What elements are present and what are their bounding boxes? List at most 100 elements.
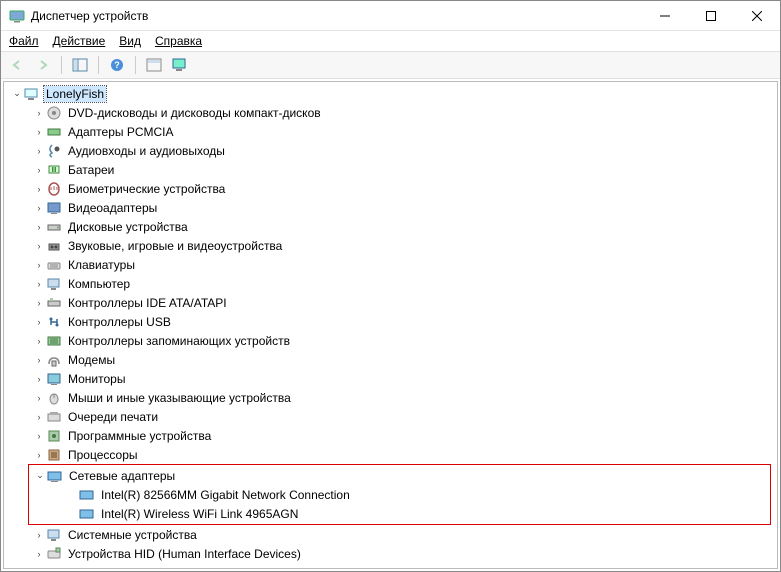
tree-category[interactable]: › Компьютер [4,274,777,293]
device-category-icon [46,295,62,311]
tree-item-label: Компьютер [66,276,132,292]
expander-icon[interactable]: › [32,355,46,365]
expander-icon[interactable]: › [32,450,46,460]
tree-item-label: Intel(R) 82566MM Gigabit Network Connect… [99,487,352,503]
tree-item-label: Модемы [66,352,117,368]
expander-icon[interactable]: ⌄ [33,470,47,481]
device-category-icon [46,314,62,330]
expander-icon[interactable]: › [32,108,46,118]
expander-icon[interactable]: › [32,393,46,403]
expander-icon[interactable]: › [32,336,46,346]
tree-category[interactable]: › Контроллеры USB [4,312,777,331]
help-button[interactable]: ? [105,54,129,76]
expander-icon[interactable]: › [32,222,46,232]
tree-category[interactable]: › Адаптеры PCMCIA [4,122,777,141]
device-category-icon [46,447,62,463]
tree-category[interactable]: › Системные устройства [4,525,777,544]
expander-icon[interactable]: › [32,431,46,441]
tree-category[interactable]: › Аудиовходы и аудиовыходы [4,141,777,160]
tree-item-label: Сетевые адаптеры [67,468,177,484]
device-category-icon [46,390,62,406]
tree-category[interactable]: › Звуковые, игровые и видеоустройства [4,236,777,255]
expander-icon[interactable]: › [32,317,46,327]
tree-category[interactable]: › DVD-дисководы и дисководы компакт-диско… [4,103,777,122]
tree-category[interactable]: ›Мыши и иные указывающие устройства [4,388,777,407]
device-category-icon [46,352,62,368]
menu-file[interactable]: Файл [9,34,39,48]
tree-category[interactable]: › Очереди печати [4,407,777,426]
tree-device-network[interactable]: ▪ Intel(R) Wireless WiFi Link 4965AGN [29,504,770,523]
tree-category[interactable]: › Контроллеры IDE ATA/ATAPI [4,293,777,312]
tree-item-label: Дисковые устройства [66,219,190,235]
menu-view[interactable]: Вид [119,34,141,48]
expander-icon[interactable]: ⌄ [10,88,24,99]
tree-item-label: Батареи [66,162,116,178]
toolbar-separator [61,56,62,74]
expander-icon[interactable]: › [32,165,46,175]
tree-item-label: Процессоры [66,447,140,463]
tree-item-label: Контроллеры USB [66,314,173,330]
tree-category[interactable]: ›Видеоадаптеры [4,198,777,217]
network-adapter-icon [47,468,63,484]
titlebar: Диспетчер устройств [1,1,780,31]
network-adapter-icon [79,506,95,522]
toolbar-separator [98,56,99,74]
tree-item-label: Контроллеры IDE ATA/ATAPI [66,295,229,311]
app-icon [9,8,25,24]
expander-icon[interactable]: › [32,412,46,422]
expander-icon[interactable]: › [32,549,46,559]
expander-icon[interactable]: › [32,279,46,289]
tree-category[interactable]: › Модемы [4,350,777,369]
device-category-icon [46,257,62,273]
expander-icon[interactable]: › [32,184,46,194]
menu-help[interactable]: Справка [155,34,202,48]
network-adapter-icon [79,487,95,503]
monitor-button[interactable] [168,54,192,76]
tree-item-label: Аудиовходы и аудиовыходы [66,143,227,159]
toolbar-separator [135,56,136,74]
tree-item-label: Системные устройства [66,527,199,543]
tree-category[interactable]: ›Клавиатуры [4,255,777,274]
expander-icon[interactable]: › [32,241,46,251]
tree-category[interactable]: ›Устройства HID (Human Interface Devices… [4,544,777,563]
show-hide-console-tree-button[interactable] [68,54,92,76]
device-category-icon [46,546,62,562]
computer-icon [24,86,40,102]
menu-action[interactable]: Действие [53,34,106,48]
tree-item-label: Intel(R) Wireless WiFi Link 4965AGN [99,506,300,522]
forward-button[interactable] [31,54,55,76]
expander-icon[interactable]: › [32,298,46,308]
tree-device-network[interactable]: ▪ Intel(R) 82566MM Gigabit Network Conne… [29,485,770,504]
tree-category-network[interactable]: ⌄ Сетевые адаптеры [29,466,770,485]
tree-category[interactable]: ›Мониторы [4,369,777,388]
tree-category[interactable]: ›Контроллеры запоминающих устройств [4,331,777,350]
device-category-icon [46,200,62,216]
expander-icon[interactable]: › [32,127,46,137]
toolbar: ? [1,51,780,79]
tree-category[interactable]: › Дисковые устройства [4,217,777,236]
device-category-icon [46,527,62,543]
tree-item-label: DVD-дисководы и дисководы компакт-дисков [66,105,323,121]
back-button[interactable] [5,54,29,76]
expander-icon[interactable]: › [32,260,46,270]
expander-icon[interactable]: › [32,203,46,213]
expander-icon[interactable]: › [32,374,46,384]
menubar: Файл Действие Вид Справка [1,31,780,51]
tree-item-label: Звуковые, игровые и видеоустройства [66,238,284,254]
device-category-icon [46,105,62,121]
expander-icon[interactable]: › [32,146,46,156]
expander-icon[interactable]: › [32,530,46,540]
tree-category[interactable]: ›Программные устройства [4,426,777,445]
tree-category[interactable]: ›Биометрические устройства [4,179,777,198]
close-button[interactable] [734,1,780,31]
tree-root[interactable]: ⌄ LonelyFish [4,84,777,103]
tree-category[interactable]: › Батареи [4,160,777,179]
tree-category[interactable]: › Процессоры [4,445,777,464]
minimize-button[interactable] [642,1,688,31]
tree-item-label: Адаптеры PCMCIA [66,124,176,140]
device-category-icon [46,238,62,254]
maximize-button[interactable] [688,1,734,31]
scan-hardware-button[interactable] [142,54,166,76]
tree-item-label: Очереди печати [66,409,160,425]
device-tree[interactable]: ⌄ LonelyFish › DVD-дисководы и дисководы … [3,81,778,569]
